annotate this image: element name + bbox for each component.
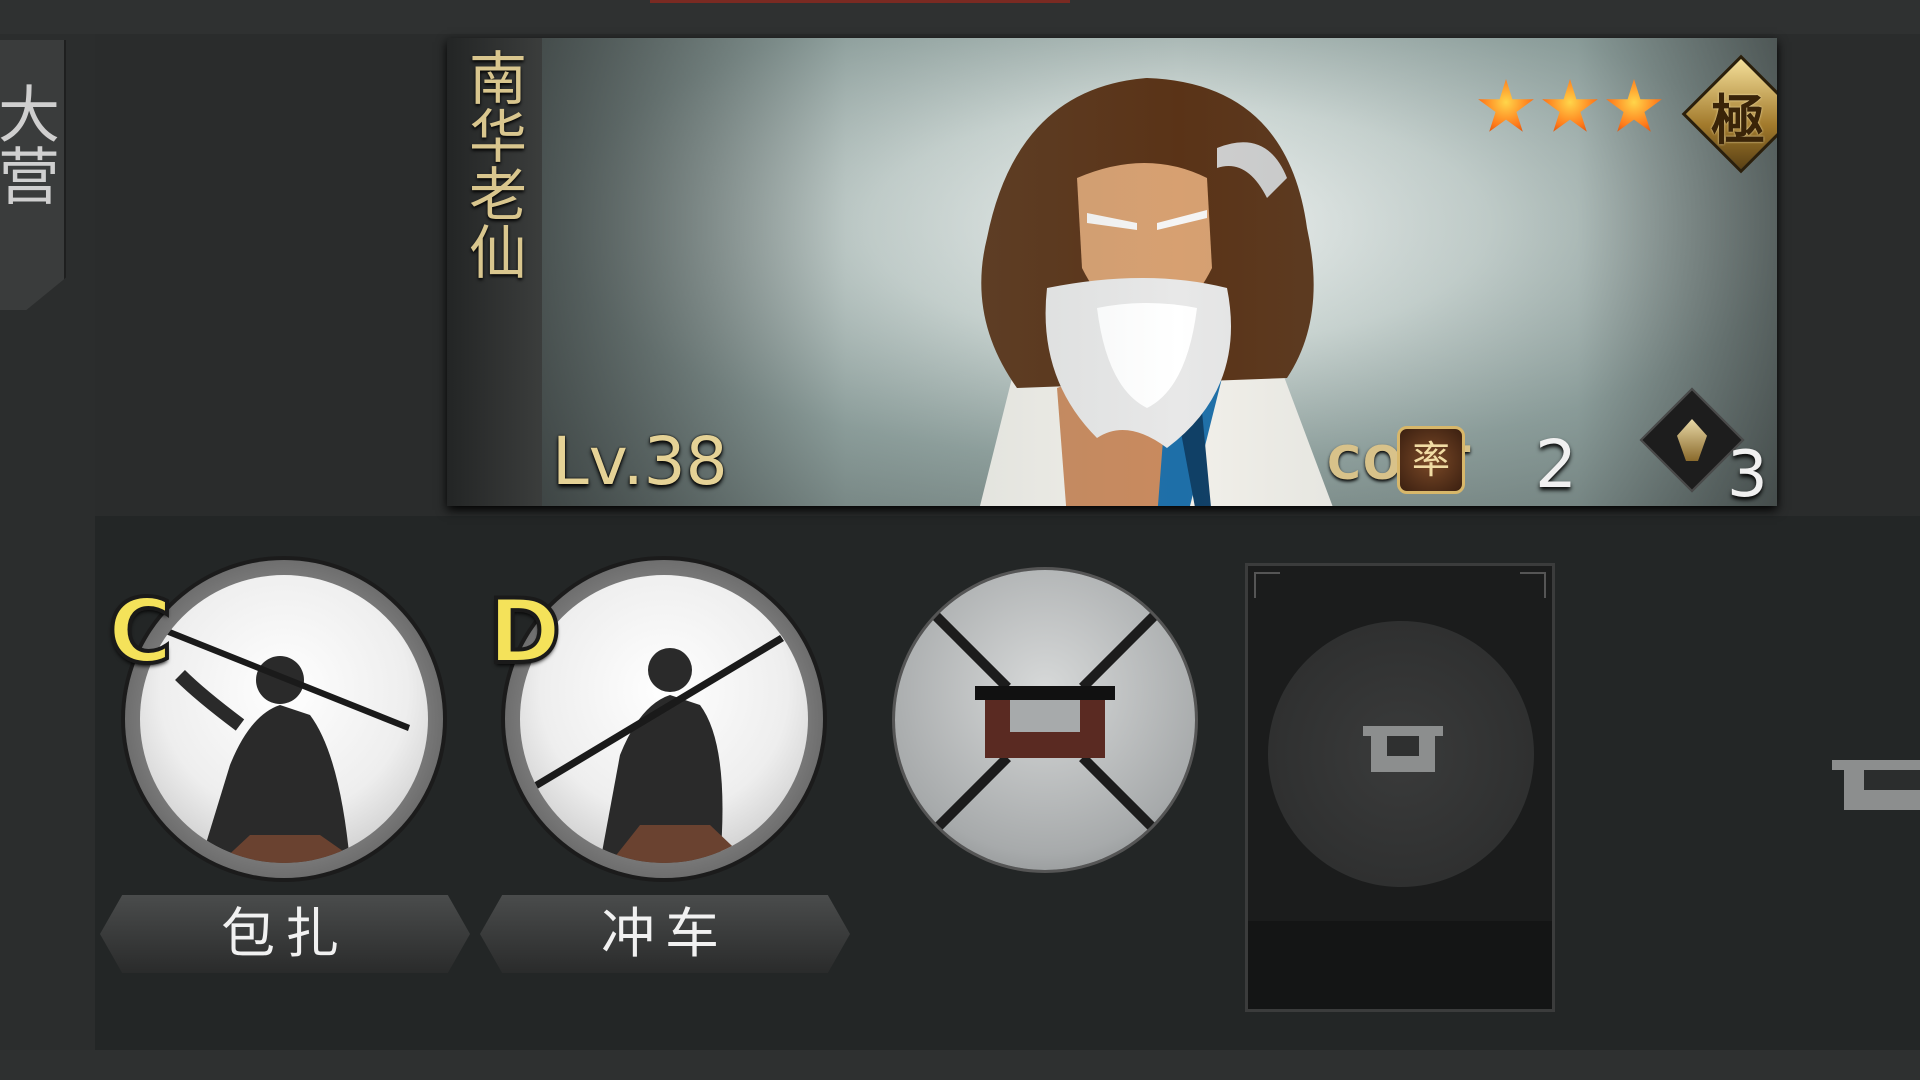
lock-bar: [975, 686, 1115, 700]
lock-notch: [1387, 736, 1419, 756]
chain: [919, 754, 1011, 846]
skill-warrior-icon: [158, 625, 410, 863]
troop-value: 3: [1727, 438, 1768, 506]
star-icon: [1606, 79, 1662, 132]
corner-ornament: [1520, 572, 1546, 598]
bottom-bar: [0, 1050, 1920, 1080]
skill-name: 冲车: [480, 895, 850, 973]
skill-portrait: [140, 575, 428, 863]
cost-badge-icon: 率: [1397, 426, 1465, 494]
lock-bar: [1832, 760, 1920, 770]
chain: [1079, 754, 1171, 846]
grade-badge-char: 極: [1711, 88, 1765, 152]
skill-grade: D: [486, 578, 563, 685]
hero-level: Lv.38: [552, 423, 728, 500]
lock-notch: [1864, 770, 1920, 790]
grade-badge-icon: 極: [1681, 54, 1777, 174]
corner-ornament: [1254, 572, 1280, 598]
top-bar: [0, 0, 1920, 34]
skill-name: 包扎: [100, 895, 470, 973]
lock-notch: [1010, 700, 1080, 732]
hero-card[interactable]: 南华老仙 Lv.38 極 COST 率 2 3: [447, 38, 1777, 506]
lock-icon: [1363, 726, 1443, 776]
lock-icon: [975, 678, 1115, 766]
skill-portrait: [520, 575, 808, 863]
lock-bar: [1363, 726, 1443, 736]
skill-grade: C: [106, 578, 175, 685]
dragon-medallion: [1268, 621, 1534, 887]
locked-skill-slot[interactable]: [895, 570, 1195, 870]
empty-skill-card[interactable]: [1245, 563, 1555, 1012]
side-tab-camp[interactable]: 大营: [0, 40, 66, 310]
skill-warrior-icon: [530, 635, 784, 863]
hero-stars: [1477, 73, 1663, 143]
cost-value: 2: [1535, 426, 1577, 503]
side-tab-label: 大营: [0, 82, 60, 206]
star-icon: [1542, 79, 1598, 132]
star-icon: [1478, 79, 1534, 132]
card-footer: [1248, 921, 1552, 1009]
hero-name-band: 南华老仙: [447, 38, 542, 506]
hero-name: 南华老仙: [459, 48, 527, 280]
troop-blade: [1677, 419, 1707, 461]
next-slot-icon[interactable]: [1832, 750, 1920, 814]
top-bar-accent: [650, 0, 1070, 3]
